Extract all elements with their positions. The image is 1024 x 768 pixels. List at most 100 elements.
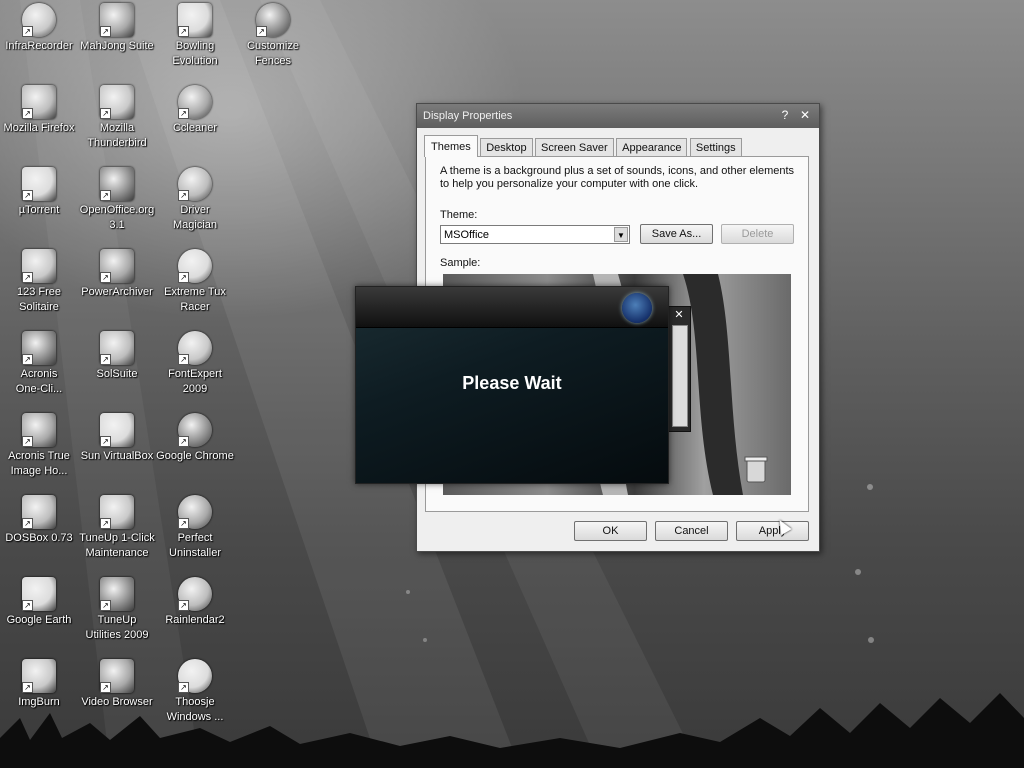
shortcut-arrow-icon: ↗: [178, 354, 189, 365]
desktop-icon-label: Bowling Evolution: [172, 40, 218, 67]
openoffice-icon: ↗: [100, 167, 134, 201]
desktop-icon-tuneup-utilities[interactable]: ↗ TuneUp Utilities 2009: [78, 577, 156, 643]
desktop-icon-infrarecorder[interactable]: ↗ InfraRecorder: [0, 3, 78, 54]
theme-dropdown-value: MSOffice: [444, 229, 490, 241]
shortcut-arrow-icon: ↗: [100, 354, 111, 365]
wallpaper-grass: [0, 693, 1024, 768]
shortcut-arrow-icon: ↗: [22, 190, 33, 201]
shortcut-arrow-icon: ↗: [178, 436, 189, 447]
chevron-down-icon[interactable]: ▼: [614, 227, 628, 242]
save-as-button[interactable]: Save As...: [640, 224, 713, 244]
shortcut-arrow-icon: ↗: [100, 190, 111, 201]
shortcut-arrow-icon: ↗: [178, 190, 189, 201]
desktop-icon-label: MahJong Suite: [80, 40, 154, 52]
desktop-icon-label: TuneUp 1-Click Maintenance: [79, 532, 155, 559]
virtualbox-icon: ↗: [100, 413, 134, 447]
shortcut-arrow-icon: ↗: [22, 600, 33, 611]
tab-strip: Themes Desktop Screen Saver Appearance S…: [424, 135, 742, 157]
shortcut-arrow-icon: ↗: [256, 26, 267, 37]
desktop-icon-solitaire[interactable]: ↗ 123 Free Solitaire: [0, 249, 78, 315]
tab-appearance[interactable]: Appearance: [616, 138, 688, 157]
desktop-icon-driver-magician[interactable]: ↗ Driver Magician: [156, 167, 234, 233]
desktop-icon-label: Perfect Uninstaller: [169, 532, 221, 559]
bowling-icon: ↗: [178, 3, 212, 37]
mahjong-icon: ↗: [100, 3, 134, 37]
shortcut-arrow-icon: ↗: [22, 354, 33, 365]
apply-button[interactable]: Apply: [736, 521, 809, 541]
shortcut-arrow-icon: ↗: [22, 108, 33, 119]
desktop-icon-label: µTorrent: [18, 204, 60, 216]
utorrent-icon: ↗: [22, 167, 56, 201]
ccleaner-icon: ↗: [178, 85, 212, 119]
desktop-icon-powerarchiver[interactable]: ↗ PowerArchiver: [78, 249, 156, 300]
desktop-icon-dosbox[interactable]: ↗ DOSBox 0.73: [0, 495, 78, 546]
desktop-icon-label: DOSBox 0.73: [5, 532, 73, 544]
desktop-icon-label: Acronis True Image Ho...: [8, 450, 70, 477]
tab-settings[interactable]: Settings: [689, 138, 742, 157]
desktop-icon-label: Rainlendar2: [165, 614, 225, 626]
desktop-icon-label: Customize Fences: [247, 40, 299, 67]
tab-desktop[interactable]: Desktop: [480, 138, 533, 157]
desktop-icon-virtualbox[interactable]: ↗ Sun VirtualBox: [78, 413, 156, 464]
desktop-icon-label: OpenOffice.org 3.1: [79, 204, 155, 231]
desktop-icon-thunderbird[interactable]: ↗ Mozilla Thunderbird: [78, 85, 156, 151]
cancel-button[interactable]: Cancel: [655, 521, 728, 541]
themes-description: A theme is a background plus a set of so…: [440, 165, 795, 190]
desktop-icon-label: 123 Free Solitaire: [16, 286, 62, 313]
dialog-title: Display Properties: [423, 110, 513, 122]
partial-window-scrollbar[interactable]: [672, 325, 688, 427]
desktop-icon-rainlendar[interactable]: ↗ Rainlendar2: [156, 577, 234, 628]
desktop-icon-label: Acronis One-Cli...: [15, 368, 63, 395]
shortcut-arrow-icon: ↗: [100, 436, 111, 447]
powerarchiver-icon: ↗: [100, 249, 134, 283]
dosbox-icon: ↗: [22, 495, 56, 529]
desktop-icon-bowling[interactable]: ↗ Bowling Evolution: [156, 3, 234, 69]
theme-dropdown[interactable]: MSOffice ▼: [440, 225, 630, 244]
desktop-icon-mahjong[interactable]: ↗ MahJong Suite: [78, 3, 156, 54]
recycle-bin-icon: [744, 456, 768, 483]
shortcut-arrow-icon: ↗: [22, 518, 33, 529]
shortcut-arrow-icon: ↗: [178, 108, 189, 119]
thunderbird-icon: ↗: [100, 85, 134, 119]
dialog-titlebar[interactable]: Display Properties ? ✕: [417, 104, 819, 128]
infrarecorder-icon: ↗: [22, 3, 56, 37]
desktop-icon-google-earth[interactable]: ↗ Google Earth: [0, 577, 78, 628]
tuneup-utilities-icon: ↗: [100, 577, 134, 611]
desktop-icon-label: Mozilla Firefox: [3, 122, 75, 134]
solsuite-icon: ↗: [100, 331, 134, 365]
desktop-icon-openoffice[interactable]: ↗ OpenOffice.org 3.1: [78, 167, 156, 233]
desktop-icon-utorrent[interactable]: ↗ µTorrent: [0, 167, 78, 218]
desktop-icon-acronis-true-image[interactable]: ↗ Acronis True Image Ho...: [0, 413, 78, 479]
acronis-true-image-icon: ↗: [22, 413, 56, 447]
desktop-icon-fontexpert[interactable]: ↗ FontExpert 2009: [156, 331, 234, 397]
tab-themes[interactable]: Themes: [424, 135, 478, 157]
help-button[interactable]: ?: [777, 107, 793, 123]
desktop-icon-acronis-oneclick[interactable]: ↗ Acronis One-Cli...: [0, 331, 78, 397]
desktop-icon-uninstaller[interactable]: ↗ Perfect Uninstaller: [156, 495, 234, 561]
partial-window-close-icon[interactable]: ✕: [668, 307, 690, 323]
desktop-icon-label: Extreme Tux Racer: [164, 286, 226, 313]
shortcut-arrow-icon: ↗: [22, 26, 33, 37]
shortcut-arrow-icon: ↗: [178, 600, 189, 611]
tux-racer-icon: ↗: [178, 249, 212, 283]
desktop-icon-solsuite[interactable]: ↗ SolSuite: [78, 331, 156, 382]
ok-button[interactable]: OK: [574, 521, 647, 541]
delete-button[interactable]: Delete: [721, 224, 794, 244]
desktop-icon-firefox[interactable]: ↗ Mozilla Firefox: [0, 85, 78, 136]
desktop-icon-tuneup-maintenance[interactable]: ↗ TuneUp 1-Click Maintenance: [78, 495, 156, 561]
fences-icon: ↗: [256, 3, 290, 37]
desktop-icon-chrome[interactable]: ↗ Google Chrome: [156, 413, 234, 464]
shortcut-arrow-icon: ↗: [100, 272, 111, 283]
rainlendar-icon: ↗: [178, 577, 212, 611]
desktop-icon-label: Google Earth: [6, 614, 72, 626]
desktop-icon-ccleaner[interactable]: ↗ Ccleaner: [156, 85, 234, 136]
tab-screen-saver[interactable]: Screen Saver: [535, 138, 614, 157]
desktop-icon-label: TuneUp Utilities 2009: [85, 614, 149, 641]
desktop-icon-label: InfraRecorder: [5, 40, 73, 52]
desktop-icon-tux-racer[interactable]: ↗ Extreme Tux Racer: [156, 249, 234, 315]
desktop-icon-fences[interactable]: ↗ Customize Fences: [234, 3, 312, 69]
shortcut-arrow-icon: ↗: [178, 518, 189, 529]
desktop-icon-label: FontExpert 2009: [168, 368, 222, 395]
close-button[interactable]: ✕: [797, 107, 813, 123]
fontexpert-icon: ↗: [178, 331, 212, 365]
